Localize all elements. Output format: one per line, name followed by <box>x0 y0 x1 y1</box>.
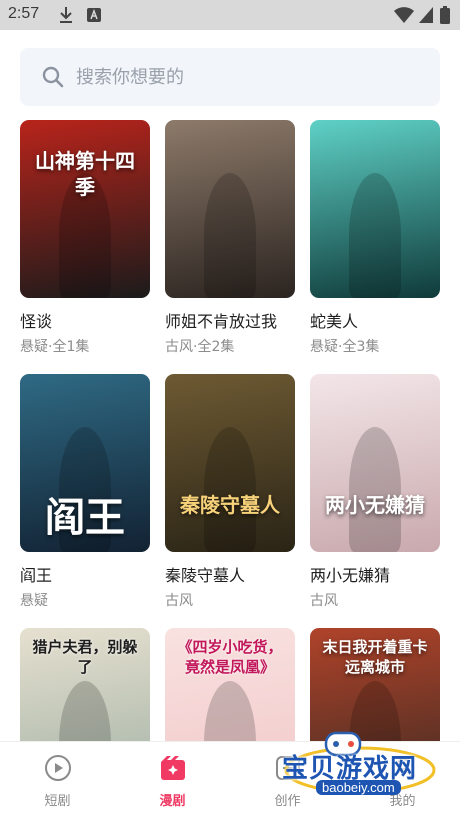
drama-title: 阎王 <box>20 566 53 585</box>
drama-meta: 古风 <box>310 593 338 609</box>
search-input[interactable] <box>76 62 416 92</box>
drama-title: 师姐不肯放过我 <box>165 312 278 331</box>
drama-card[interactable]: 秦陵守墓人 秦陵守墓人 古风 <box>165 374 295 610</box>
cover-title-text: 两小无嫌猜 <box>325 493 425 517</box>
drama-meta: 悬疑·全1集 <box>20 339 90 355</box>
a-badge-icon <box>86 6 102 28</box>
cover-title-text: 《四岁小吃货，竟然是凤凰》 <box>177 638 283 676</box>
drama-card[interactable]: 阎王 阎王 悬疑 <box>20 374 150 610</box>
sparkle-clapper-icon <box>159 754 187 782</box>
drama-title: 蛇美人 <box>310 312 359 331</box>
site-watermark-logo: 宝贝游戏网 baobeiy.com <box>276 730 436 800</box>
drama-card[interactable]: 山神第十四季 怪谈 悬疑·全1集 <box>20 120 150 356</box>
signal-icon <box>418 6 434 28</box>
cover-figure <box>204 173 256 298</box>
cover-figure <box>204 427 256 552</box>
drama-card[interactable]: 师姐不肯放过我 古风·全2集 <box>165 120 295 356</box>
cover-figure <box>349 427 401 552</box>
cover-image: 秦陵守墓人 <box>165 374 295 552</box>
download-icon <box>58 6 74 28</box>
tab-short-drama[interactable]: 短剧 <box>0 742 115 818</box>
search-icon <box>42 66 64 92</box>
drama-meta: 古风 <box>165 593 193 609</box>
drama-title: 两小无嫌猜 <box>310 566 391 585</box>
cover-title-text: 秦陵守墓人 <box>180 493 280 517</box>
watermark-url: baobeiy.com <box>316 780 401 795</box>
drama-title: 秦陵守墓人 <box>165 566 246 585</box>
drama-card[interactable]: 两小无嫌猜 两小无嫌猜 古风 <box>310 374 440 610</box>
drama-card[interactable]: 蛇美人 悬疑·全3集 <box>310 120 440 356</box>
cover-figure <box>349 173 401 298</box>
cover-image: 阎王 <box>20 374 150 552</box>
tab-comic-drama[interactable]: 漫剧 <box>115 742 230 818</box>
tab-label: 短剧 <box>44 794 71 809</box>
wifi-icon <box>394 6 414 28</box>
cover-image: 山神第十四季 <box>20 120 150 298</box>
battery-icon <box>440 6 450 28</box>
cover-title-text: 末日我开着重卡远离城市 <box>322 638 428 676</box>
cover-image <box>165 120 295 298</box>
tab-label: 漫剧 <box>159 794 186 809</box>
drama-title: 怪谈 <box>20 312 53 331</box>
cover-title-text: 阎王 <box>45 494 125 541</box>
drama-meta: 悬疑 <box>20 593 48 609</box>
drama-meta: 悬疑·全3集 <box>310 339 380 355</box>
status-time: 2:57 <box>8 5 40 22</box>
status-bar: 2:57 <box>0 0 460 30</box>
cover-image <box>310 120 440 298</box>
cover-title-text: 猎户夫君，别躲了 <box>32 638 138 676</box>
drama-meta: 古风·全2集 <box>165 339 235 355</box>
cover-image: 两小无嫌猜 <box>310 374 440 552</box>
play-circle-icon <box>44 754 72 782</box>
cover-title-text: 山神第十四季 <box>35 149 135 199</box>
search-box[interactable] <box>20 48 440 106</box>
